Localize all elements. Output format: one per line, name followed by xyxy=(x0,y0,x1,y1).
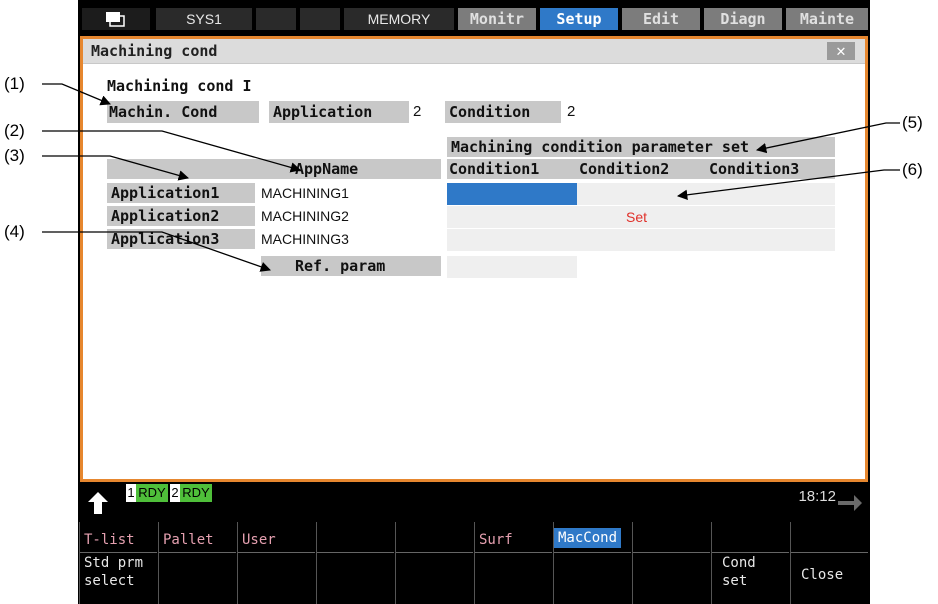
callout-3: (3) xyxy=(4,146,25,165)
callout-lines xyxy=(42,83,900,272)
callout-6: (6) xyxy=(902,160,923,179)
callout-5: (5) xyxy=(902,113,923,132)
callout-4: (4) xyxy=(4,222,25,241)
callout-2: (2) xyxy=(4,121,25,140)
callout-1: (1) xyxy=(4,74,25,93)
